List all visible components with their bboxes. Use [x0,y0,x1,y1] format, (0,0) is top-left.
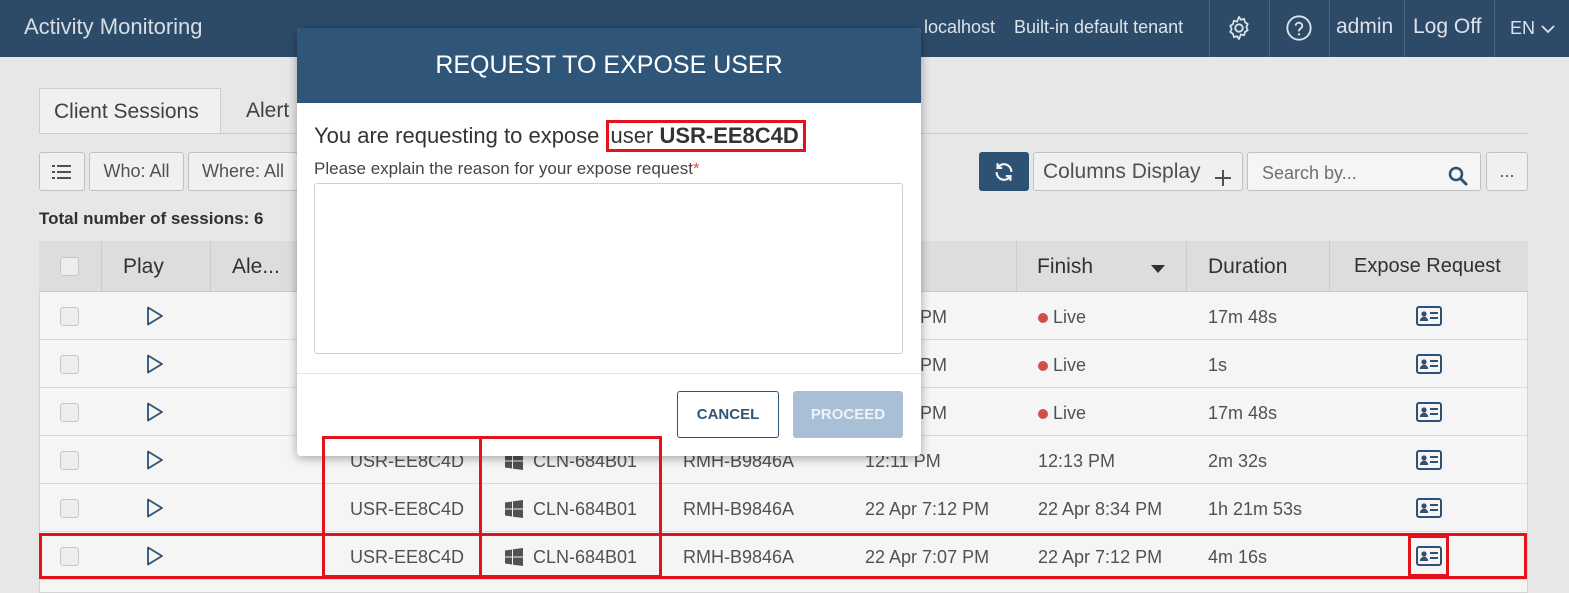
expose-user-dialog: REQUEST TO EXPOSE USER You are requestin… [297,28,921,456]
dialog-message-prefix: You are requesting to expose [314,123,606,148]
dialog-title: REQUEST TO EXPOSE USER [297,28,921,103]
proceed-button[interactable]: PROCEED [793,391,903,438]
cancel-button[interactable]: CANCEL [677,391,779,438]
reason-label-text: Please explain the reason for your expos… [314,159,693,178]
selected-row-highlight [39,533,1527,579]
reason-label: Please explain the reason for your expos… [314,159,700,179]
expose-request-highlight [1408,535,1449,577]
reason-textarea[interactable] [314,183,903,354]
dialog-message-user-word: user [610,123,660,148]
required-mark: * [692,159,700,178]
dialog-message: You are requesting to expose user USR-EE… [314,120,806,152]
dialog-footer-divider [297,373,921,374]
exposed-user-highlight: user USR-EE8C4D [605,120,806,152]
exposed-user-id: USR-EE8C4D [659,123,799,148]
